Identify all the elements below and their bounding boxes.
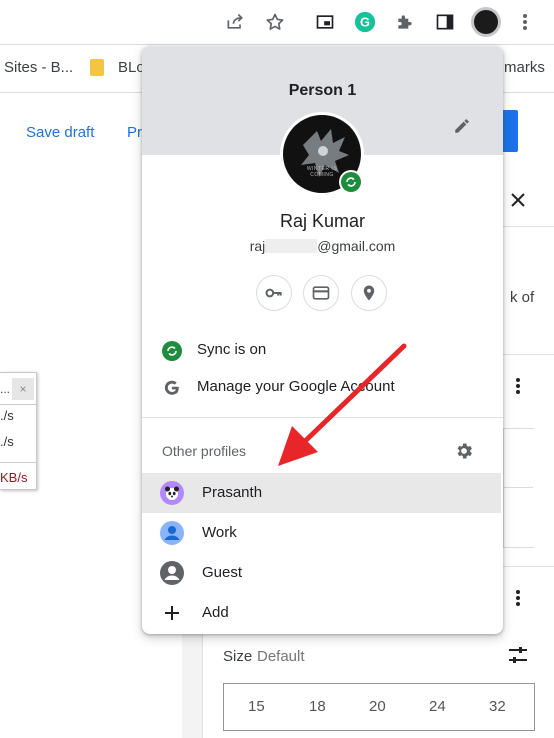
sync-badge-icon bbox=[339, 170, 363, 194]
key-icon bbox=[264, 283, 284, 303]
avatar-caption: WINTER IS COMING bbox=[306, 166, 338, 178]
user-email: raj @gmail.com bbox=[142, 238, 503, 254]
size-option[interactable]: 15 bbox=[248, 698, 265, 715]
side-panel-icon[interactable] bbox=[432, 9, 458, 35]
download-speed: ./s bbox=[0, 434, 14, 449]
save-draft-link[interactable]: Save draft bbox=[26, 124, 94, 141]
sync-label: Sync is on bbox=[197, 341, 267, 358]
profile-title: Person 1 bbox=[288, 82, 357, 99]
svg-text:G: G bbox=[360, 15, 370, 30]
folder-icon bbox=[90, 59, 104, 76]
google-g-icon bbox=[160, 376, 184, 400]
grammarly-icon[interactable]: G bbox=[352, 9, 378, 35]
gear-icon[interactable] bbox=[452, 439, 476, 463]
sync-icon bbox=[160, 339, 184, 363]
font-size-value: Default bbox=[257, 648, 305, 665]
edit-pencil-icon[interactable] bbox=[453, 117, 475, 139]
size-option[interactable]: 18 bbox=[309, 698, 326, 715]
more-options-icon[interactable] bbox=[508, 374, 528, 398]
share-icon[interactable] bbox=[222, 9, 248, 35]
add-label: Add bbox=[202, 604, 229, 621]
user-name: Raj Kumar bbox=[279, 211, 366, 231]
close-icon[interactable]: × bbox=[12, 378, 34, 400]
addresses-button[interactable] bbox=[351, 275, 387, 311]
payment-methods-button[interactable] bbox=[303, 275, 339, 311]
profile-avatar-icon[interactable] bbox=[471, 7, 501, 37]
guest-avatar-icon bbox=[160, 561, 184, 585]
person-avatar-icon bbox=[160, 521, 184, 545]
upload-speed: ./s bbox=[0, 408, 14, 423]
preview-link[interactable]: Pr bbox=[127, 124, 142, 141]
widget-divider bbox=[0, 404, 36, 405]
star-icon[interactable] bbox=[262, 9, 288, 35]
settings-sliders-icon[interactable] bbox=[506, 643, 530, 667]
email-suffix: @gmail.com bbox=[317, 238, 396, 254]
add-profile-row[interactable]: Add bbox=[142, 593, 503, 633]
more-options-icon[interactable] bbox=[508, 586, 528, 610]
extensions-icon[interactable] bbox=[392, 9, 418, 35]
panel-box-divider bbox=[503, 487, 533, 488]
card-icon bbox=[311, 283, 331, 303]
email-redaction bbox=[265, 239, 318, 253]
panel-box bbox=[503, 428, 534, 548]
browser-toolbar: G bbox=[0, 0, 554, 45]
panel-text-fragment: k of bbox=[510, 289, 535, 306]
profile-item-work[interactable]: Work bbox=[142, 513, 503, 553]
email-prefix: raj bbox=[249, 238, 266, 254]
passwords-button[interactable] bbox=[256, 275, 292, 311]
widget-divider bbox=[0, 462, 36, 463]
profile-label: Work bbox=[202, 524, 237, 541]
bookmark-other[interactable]: marks bbox=[504, 59, 545, 76]
picture-in-picture-icon[interactable] bbox=[312, 9, 338, 35]
profile-label: Prasanth bbox=[202, 484, 263, 501]
plus-icon bbox=[160, 601, 184, 625]
size-option[interactable]: 32 bbox=[489, 698, 506, 715]
location-icon bbox=[360, 284, 378, 302]
total-speed: KB/s bbox=[0, 470, 28, 485]
size-option[interactable]: 20 bbox=[369, 698, 386, 715]
panda-avatar-icon bbox=[160, 481, 184, 505]
size-option[interactable]: 24 bbox=[429, 698, 446, 715]
other-profiles-heading: Other profiles bbox=[162, 443, 247, 459]
profile-item-guest[interactable]: Guest bbox=[142, 553, 503, 593]
bookmark-blo[interactable]: BLo bbox=[118, 59, 145, 76]
bookmark-sites[interactable]: Sites - B... bbox=[4, 59, 73, 76]
annotation-arrow bbox=[278, 343, 407, 466]
speed-widget-dots: ... bbox=[0, 382, 11, 396]
close-icon[interactable] bbox=[506, 188, 530, 212]
font-size-label: Size bbox=[223, 648, 253, 665]
profile-label: Guest bbox=[202, 564, 243, 581]
more-vert-icon[interactable] bbox=[512, 9, 538, 35]
